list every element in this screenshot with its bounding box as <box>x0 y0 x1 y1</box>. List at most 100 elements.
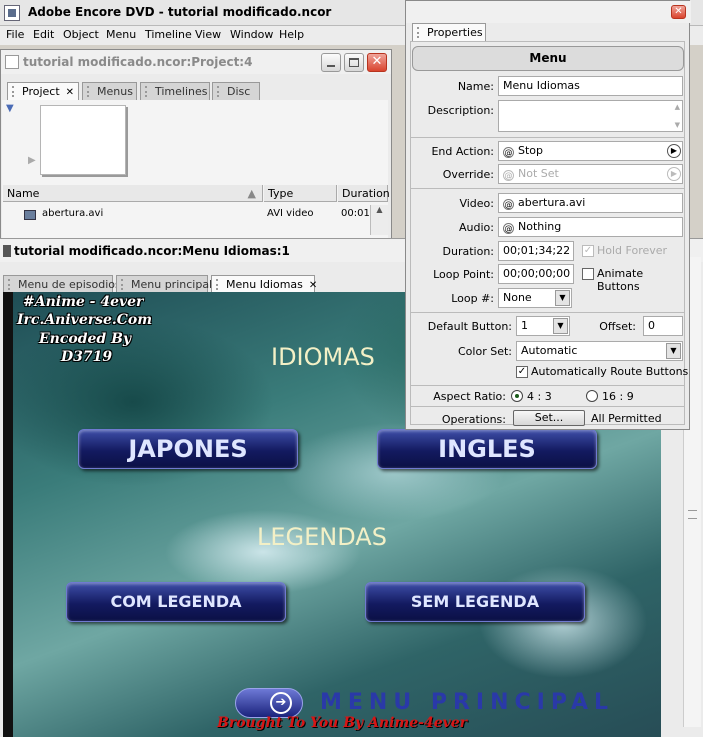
separator <box>410 406 685 407</box>
override-menu-icon: ▶ <box>667 167 681 181</box>
heading-legendas: LEGENDAS <box>257 523 387 551</box>
minimize-button[interactable] <box>321 53 341 72</box>
properties-panel: ✕ Properties Menu Name: Menu Idiomas Des… <box>405 0 691 430</box>
menu-help[interactable]: Help <box>279 28 304 41</box>
row-name[interactable]: abertura.avi <box>42 208 103 219</box>
separator <box>410 137 685 138</box>
label-loop-count: Loop #: <box>451 292 494 305</box>
tab-project[interactable]: Project ✕ <box>7 82 79 100</box>
stage-left-border <box>3 292 13 737</box>
menu-viewer-title: tutorial modificado.ncor:Menu Idiomas:1 <box>14 244 290 258</box>
maximize-button[interactable] <box>344 53 364 72</box>
description-field[interactable]: ▲ ▼ <box>498 100 683 132</box>
sem-legenda-button[interactable]: SEM LEGENDA <box>365 582 585 622</box>
pickwhip-icon[interactable]: @ <box>503 199 514 210</box>
heading-idiomas: IDIOMAS <box>271 343 375 371</box>
end-action-menu-icon[interactable]: ▶ <box>667 144 681 158</box>
label-default-button: Default Button: <box>427 320 512 333</box>
properties-header: Menu <box>412 46 684 71</box>
audio-field[interactable]: @ Nothing <box>498 217 683 237</box>
properties-close-button[interactable]: ✕ <box>671 5 686 19</box>
scroll-grip-icon[interactable] <box>688 510 697 519</box>
tab-timelines[interactable]: Timelines <box>140 82 210 100</box>
preview-thumbnail <box>40 105 126 175</box>
operations-value: All Permitted <box>591 412 662 425</box>
default-button-select[interactable]: 1 ▼ <box>516 316 570 336</box>
chevron-down-icon[interactable]: ▼ <box>555 290 570 306</box>
viewer-window-icon <box>3 245 11 257</box>
column-name[interactable]: Name ▲ <box>3 185 263 202</box>
project-window-icon <box>5 55 19 69</box>
video-file-icon <box>24 210 36 220</box>
play-icon[interactable]: ▶ <box>28 155 36 166</box>
label-offset: Offset: <box>599 320 636 333</box>
loop-count-select[interactable]: None ▼ <box>498 288 572 308</box>
hold-forever-label: Hold Forever <box>597 244 668 257</box>
aspect-16-9-radio[interactable] <box>586 390 598 402</box>
animate-buttons-label: Animate Buttons <box>597 267 644 293</box>
separator <box>410 385 685 386</box>
duration-field[interactable]: 00;01;34;22 <box>498 241 574 261</box>
tab-menu-de-episodios[interactable]: Menu de episodios <box>3 275 121 293</box>
scroll-down-icon[interactable]: ▼ <box>675 121 680 129</box>
menu-view[interactable]: View <box>195 28 221 41</box>
label-audio: Audio: <box>459 221 494 234</box>
close-button[interactable]: ✕ <box>367 53 387 72</box>
aspect-16-9-label: 16 : 9 <box>602 390 634 403</box>
offset-field[interactable]: 0 <box>643 316 683 336</box>
menu-edit[interactable]: Edit <box>33 28 54 41</box>
row-duration: 00:01 <box>341 208 370 219</box>
tab-menu-principal[interactable]: Menu principal <box>116 275 212 293</box>
label-override: Override: <box>442 168 494 181</box>
row-type: AVI video <box>267 208 314 219</box>
auto-route-label: Automatically Route Buttons <box>531 365 689 378</box>
column-duration[interactable]: Duration <box>338 185 390 202</box>
operations-set-button[interactable]: Set... <box>513 410 585 426</box>
label-name: Name: <box>457 80 494 93</box>
menu-principal-label[interactable]: MENU PRINCIPAL <box>320 690 614 715</box>
close-icon[interactable]: ✕ <box>66 87 74 98</box>
color-set-select[interactable]: Automatic ▼ <box>516 341 683 361</box>
menu-object[interactable]: Object <box>63 28 99 41</box>
animate-buttons-checkbox[interactable] <box>582 268 594 280</box>
loop-point-field[interactable]: 00;00;00;00 <box>498 264 574 284</box>
menu-menu[interactable]: Menu <box>106 28 136 41</box>
properties-titlebar: ✕ <box>406 1 691 23</box>
video-field[interactable]: @ abertura.avi <box>498 193 683 213</box>
hold-forever-checkbox: ✓ <box>582 245 594 257</box>
close-icon[interactable]: ✕ <box>309 280 317 291</box>
app-title: Adobe Encore DVD - tutorial modificado.n… <box>28 5 332 19</box>
column-type[interactable]: Type <box>264 185 337 202</box>
pickwhip-icon[interactable]: @ <box>503 147 514 158</box>
label-operations: Operations: <box>441 413 506 426</box>
menu-timeline[interactable]: Timeline <box>145 28 192 41</box>
overlay-line-2: Irc.Aniverse.Com <box>17 312 153 328</box>
project-titlebar: tutorial modificado.ncor:Project:4 ✕ <box>1 50 391 74</box>
project-scrollbar[interactable]: ▲ <box>370 205 388 235</box>
pickwhip-icon[interactable]: @ <box>503 223 514 234</box>
chevron-down-icon[interactable]: ▼ <box>666 343 681 359</box>
auto-route-checkbox[interactable]: ✓ <box>516 366 528 378</box>
japones-button[interactable]: JAPONES <box>78 429 298 469</box>
aspect-4-3-radio[interactable] <box>511 390 523 402</box>
project-window-title: tutorial modificado.ncor:Project:4 <box>23 55 253 69</box>
scroll-up-icon[interactable]: ▲ <box>675 103 680 111</box>
com-legenda-button[interactable]: COM LEGENDA <box>66 582 286 622</box>
menu-file[interactable]: File <box>6 28 24 41</box>
menu-principal-arrow-button[interactable]: ➔ <box>235 688 303 718</box>
tab-properties[interactable]: Properties <box>412 23 486 41</box>
collapse-arrow-icon[interactable]: ▼ <box>6 103 14 114</box>
tab-disc[interactable]: Disc <box>212 82 260 100</box>
credits-text: Brought To You By Anime-4ever <box>217 715 468 731</box>
tab-menus[interactable]: Menus <box>82 82 137 100</box>
menu-window[interactable]: Window <box>230 28 273 41</box>
label-color-set: Color Set: <box>458 345 512 358</box>
arrow-right-icon: ➔ <box>270 692 292 714</box>
app-icon <box>4 5 20 21</box>
ingles-button[interactable]: INGLES <box>377 429 597 469</box>
chevron-down-icon[interactable]: ▼ <box>553 318 568 334</box>
overlay-line-3: Encoded By <box>39 331 132 347</box>
tab-menu-idiomas[interactable]: Menu Idiomas ✕ <box>211 275 317 293</box>
name-field[interactable]: Menu Idiomas <box>498 76 683 96</box>
end-action-field[interactable]: @ Stop <box>498 141 683 161</box>
